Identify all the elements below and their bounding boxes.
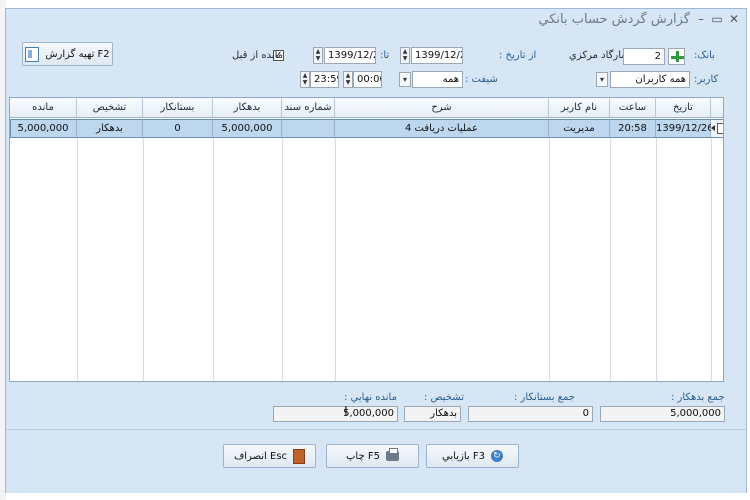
time-to-spinner[interactable]: ▲ ▼ bbox=[300, 71, 310, 88]
col-divider bbox=[282, 138, 283, 381]
time-from-field[interactable]: 00:00 bbox=[353, 71, 382, 88]
totals-panel: جمع بدهکار : 5,000,000 جمع بستانکار : 0 … bbox=[9, 383, 744, 429]
col-divider bbox=[549, 138, 550, 381]
cancel-label: انصراف Esc bbox=[233, 450, 288, 462]
printer-icon bbox=[385, 448, 399, 461]
minimize-icon[interactable]: – bbox=[694, 12, 708, 26]
col-divider bbox=[335, 138, 336, 381]
text-cursor-icon: I bbox=[344, 405, 348, 420]
time-from-spinner[interactable]: ▲ ▼ bbox=[343, 71, 353, 88]
to-date-field[interactable]: 1399/12/26 bbox=[324, 47, 376, 64]
window-title: گزارش گردش حساب بانکي bbox=[538, 12, 690, 27]
report-window: ✕ ▭ – گزارش گردش حساب بانکي بانک: پاسارگ… bbox=[5, 8, 747, 493]
user-dropdown-icon[interactable]: ▾ bbox=[596, 72, 608, 87]
to-date-spinner[interactable]: ▲ ▼ bbox=[313, 47, 323, 64]
col-divider bbox=[656, 138, 657, 381]
col-header-credit[interactable]: بستانکار bbox=[143, 98, 213, 118]
col-header-diagnosis[interactable]: تشخيص bbox=[77, 98, 143, 118]
cancel-button[interactable]: انصراف Esc bbox=[223, 444, 316, 468]
shift-dropdown-icon[interactable]: ▾ bbox=[399, 72, 411, 87]
col-header-time[interactable]: ساعت bbox=[610, 98, 656, 118]
diagnosis-label: تشخيص : bbox=[424, 392, 464, 403]
total-debit-field: 5,000,000 bbox=[600, 406, 725, 422]
col-divider bbox=[213, 138, 214, 381]
add-bank-icon[interactable] bbox=[668, 48, 685, 65]
total-credit-field: 0 bbox=[468, 406, 593, 422]
to-date-label: تا: bbox=[380, 50, 390, 61]
from-date-label: از تاريخ : bbox=[499, 50, 537, 61]
col-header-description[interactable]: شرح bbox=[335, 98, 549, 118]
refresh-button[interactable]: بازيابي F3 ↻ bbox=[426, 444, 519, 468]
col-header-doc-no[interactable]: شماره سند bbox=[282, 98, 335, 118]
prepare-report-button[interactable]: تهيه گزارش F2 bbox=[22, 42, 113, 66]
from-date-field[interactable]: 1399/12/26 bbox=[411, 47, 463, 64]
print-button[interactable]: چاپ F5 bbox=[326, 444, 419, 468]
print-label: چاپ F5 bbox=[346, 450, 380, 462]
report-icon bbox=[25, 46, 40, 62]
title-bar: ✕ ▭ – گزارش گردش حساب بانکي bbox=[6, 9, 746, 33]
user-label: کاربر: bbox=[694, 74, 719, 85]
col-header-date[interactable]: تاريخ bbox=[656, 98, 711, 118]
user-combo[interactable]: همه کاربران bbox=[610, 71, 690, 88]
shift-combo[interactable]: همه bbox=[412, 71, 463, 88]
col-header-balance[interactable]: مانده bbox=[10, 98, 77, 118]
time-to-field[interactable]: 23:59 bbox=[310, 71, 339, 88]
final-balance-field: 5,000,000 bbox=[273, 406, 398, 422]
col-header-user[interactable]: نام کاربر bbox=[549, 98, 610, 118]
exit-door-icon bbox=[293, 448, 306, 464]
refresh-icon: ↻ bbox=[490, 450, 503, 462]
selected-row bbox=[10, 119, 723, 138]
close-icon[interactable]: ✕ bbox=[727, 12, 741, 26]
refresh-label: بازيابي F3 bbox=[442, 450, 485, 462]
action-bar: بازيابي F3 ↻ چاپ F5 انصراف Esc bbox=[6, 429, 746, 493]
transactions-grid: مانده تشخيص بستانکار بدهکار شماره سند شر… bbox=[9, 97, 724, 382]
bank-label: بانک: bbox=[694, 50, 715, 61]
col-header-indicator bbox=[711, 98, 723, 118]
col-header-debit[interactable]: بدهکار bbox=[213, 98, 282, 118]
from-date-spinner[interactable]: ▲ ▼ bbox=[400, 47, 410, 64]
prepare-report-label: تهيه گزارش F2 bbox=[45, 48, 110, 60]
balance-label: مانده از قبل bbox=[232, 50, 284, 61]
col-divider bbox=[610, 138, 611, 381]
bank-code-field[interactable]: 2 bbox=[623, 48, 665, 65]
total-debit-label: جمع بدهکار : bbox=[671, 392, 725, 403]
final-balance-label: مانده نهايي : bbox=[344, 392, 397, 403]
diagnosis-field: بدهکار bbox=[404, 406, 461, 422]
shift-label: شيفت : bbox=[465, 74, 498, 85]
col-divider bbox=[77, 138, 78, 381]
col-divider bbox=[711, 138, 712, 381]
total-credit-label: جمع بستانکار : bbox=[514, 392, 575, 403]
restore-icon[interactable]: ▭ bbox=[710, 12, 724, 26]
col-divider bbox=[143, 138, 144, 381]
